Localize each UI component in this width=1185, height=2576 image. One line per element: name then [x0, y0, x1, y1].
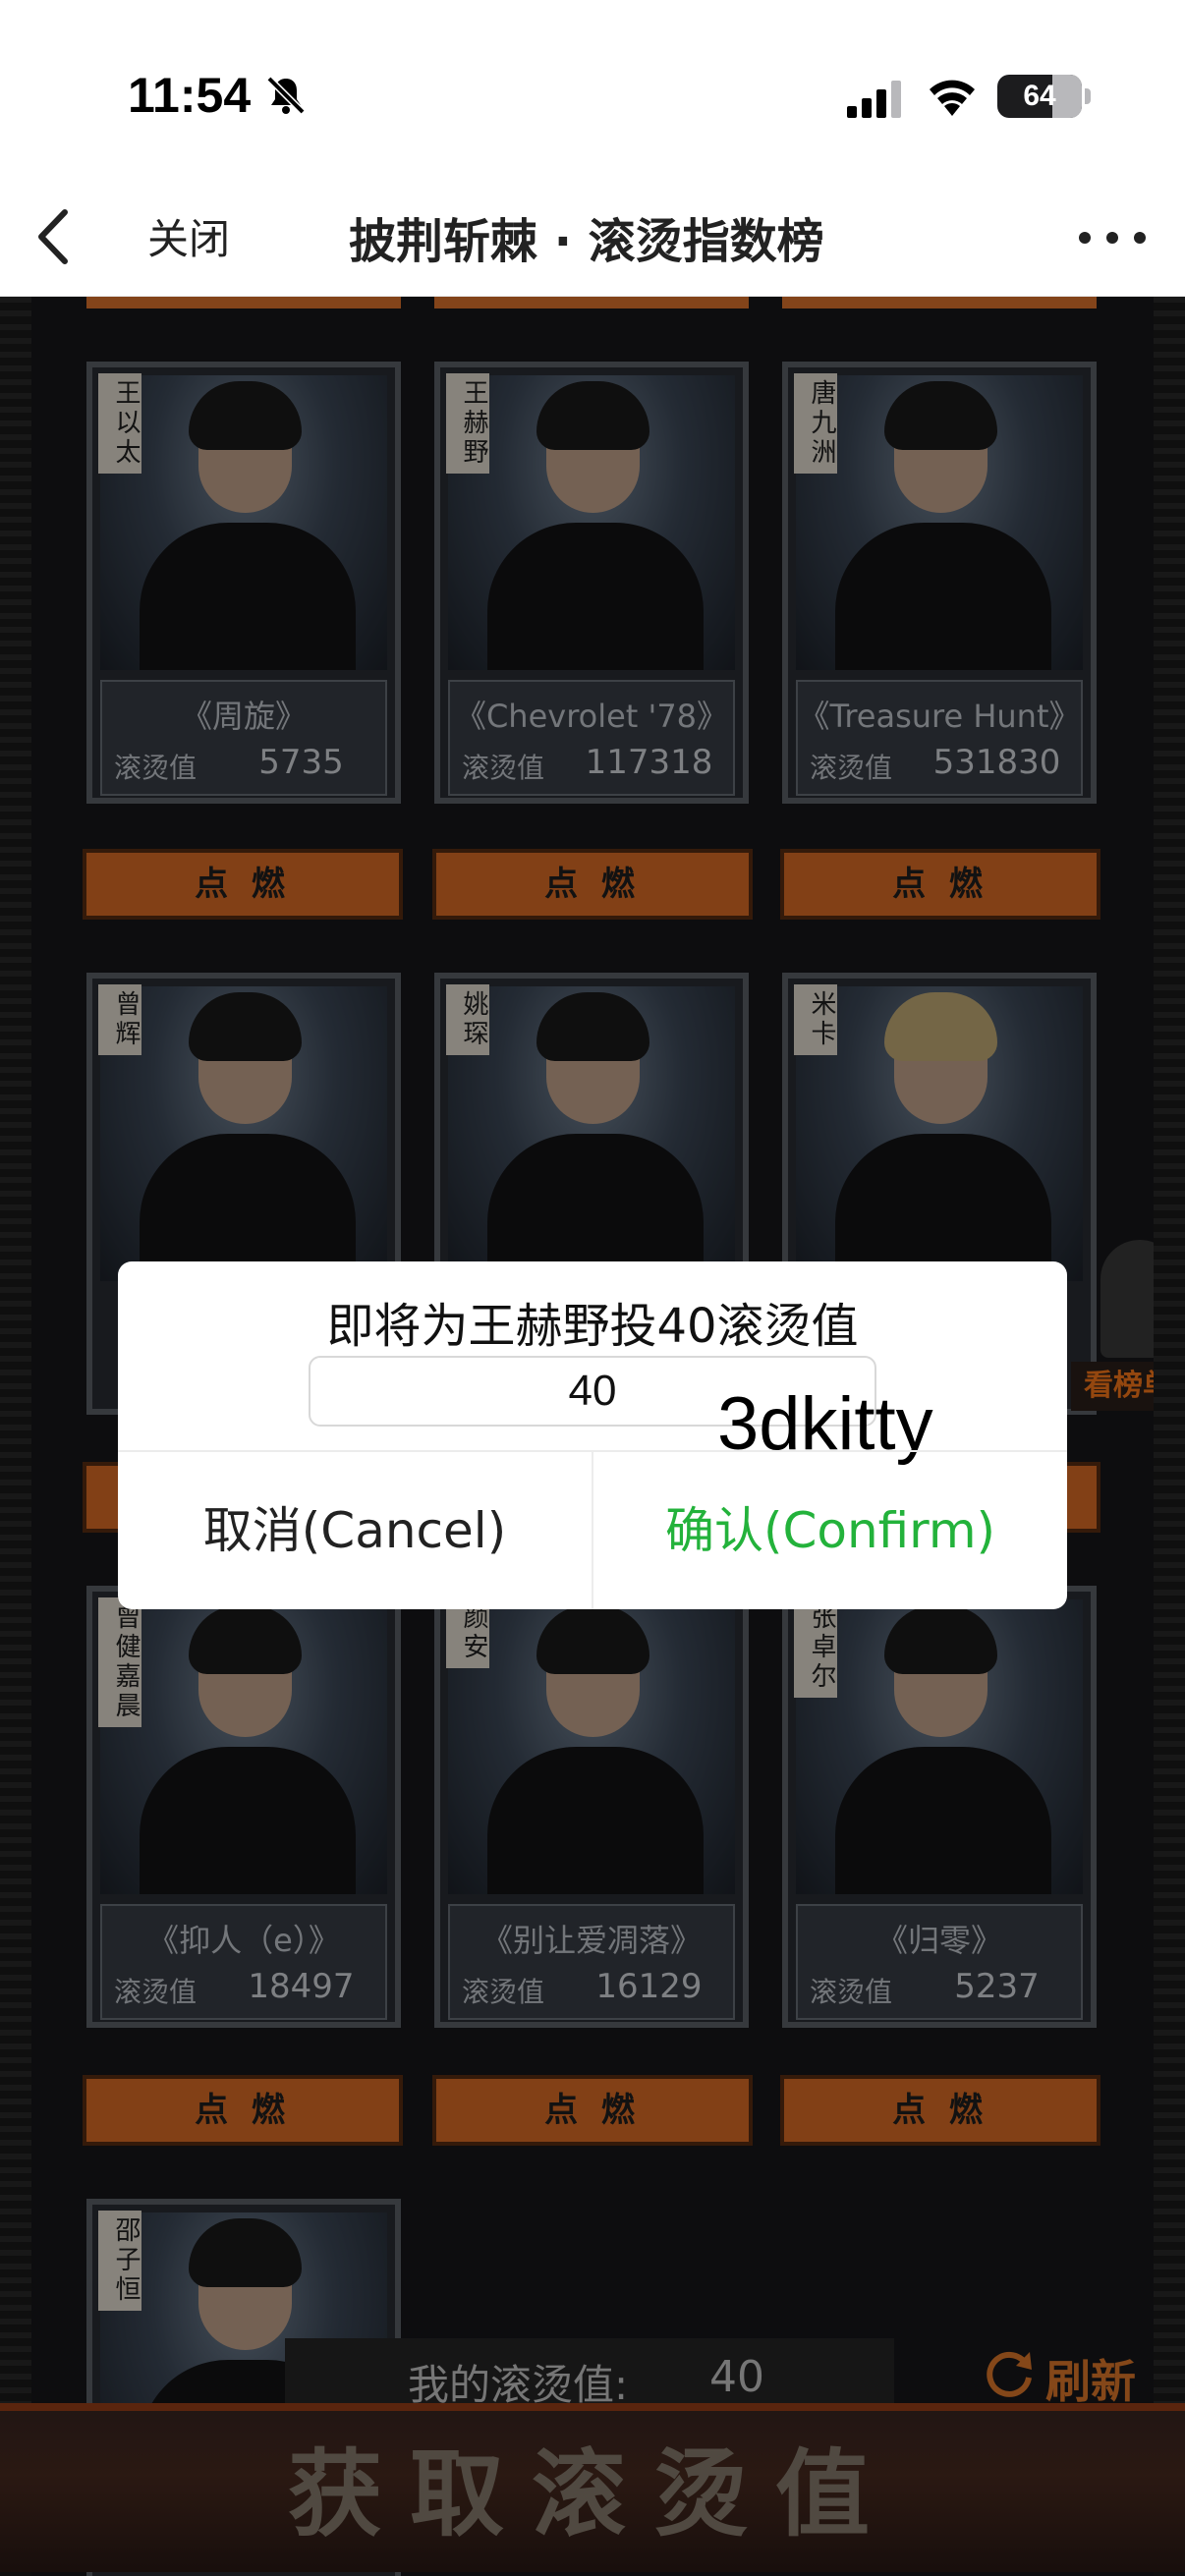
vote-confirm-dialog: 即将为王赫野投40滚烫值 3dkitty 取消(Cancel) 确认(Confi…	[118, 1261, 1067, 1609]
cancel-button[interactable]: 取消(Cancel)	[118, 1452, 592, 1609]
bell-muted-icon	[266, 76, 306, 115]
close-button[interactable]: 关闭	[147, 206, 230, 266]
battery-indicator: 64	[997, 75, 1082, 118]
dialog-title: 即将为王赫野投40滚烫值	[326, 1299, 859, 1354]
confirm-button[interactable]: 确认(Confirm)	[593, 1452, 1067, 1609]
status-bar: 11:54 64	[0, 0, 1185, 177]
status-time: 11:54	[128, 68, 252, 123]
battery-cap	[1085, 88, 1091, 104]
nav-bar: 关闭 披荆斩棘 · 滚烫指数榜	[0, 177, 1185, 297]
cellular-signal-icon	[847, 81, 901, 118]
wifi-icon	[930, 80, 975, 116]
battery-percent: 64	[1023, 80, 1056, 112]
back-chevron-icon[interactable]	[29, 202, 79, 271]
more-options-icon[interactable]	[1073, 226, 1152, 250]
page-title: 披荆斩棘 · 滚烫指数榜	[349, 214, 824, 269]
